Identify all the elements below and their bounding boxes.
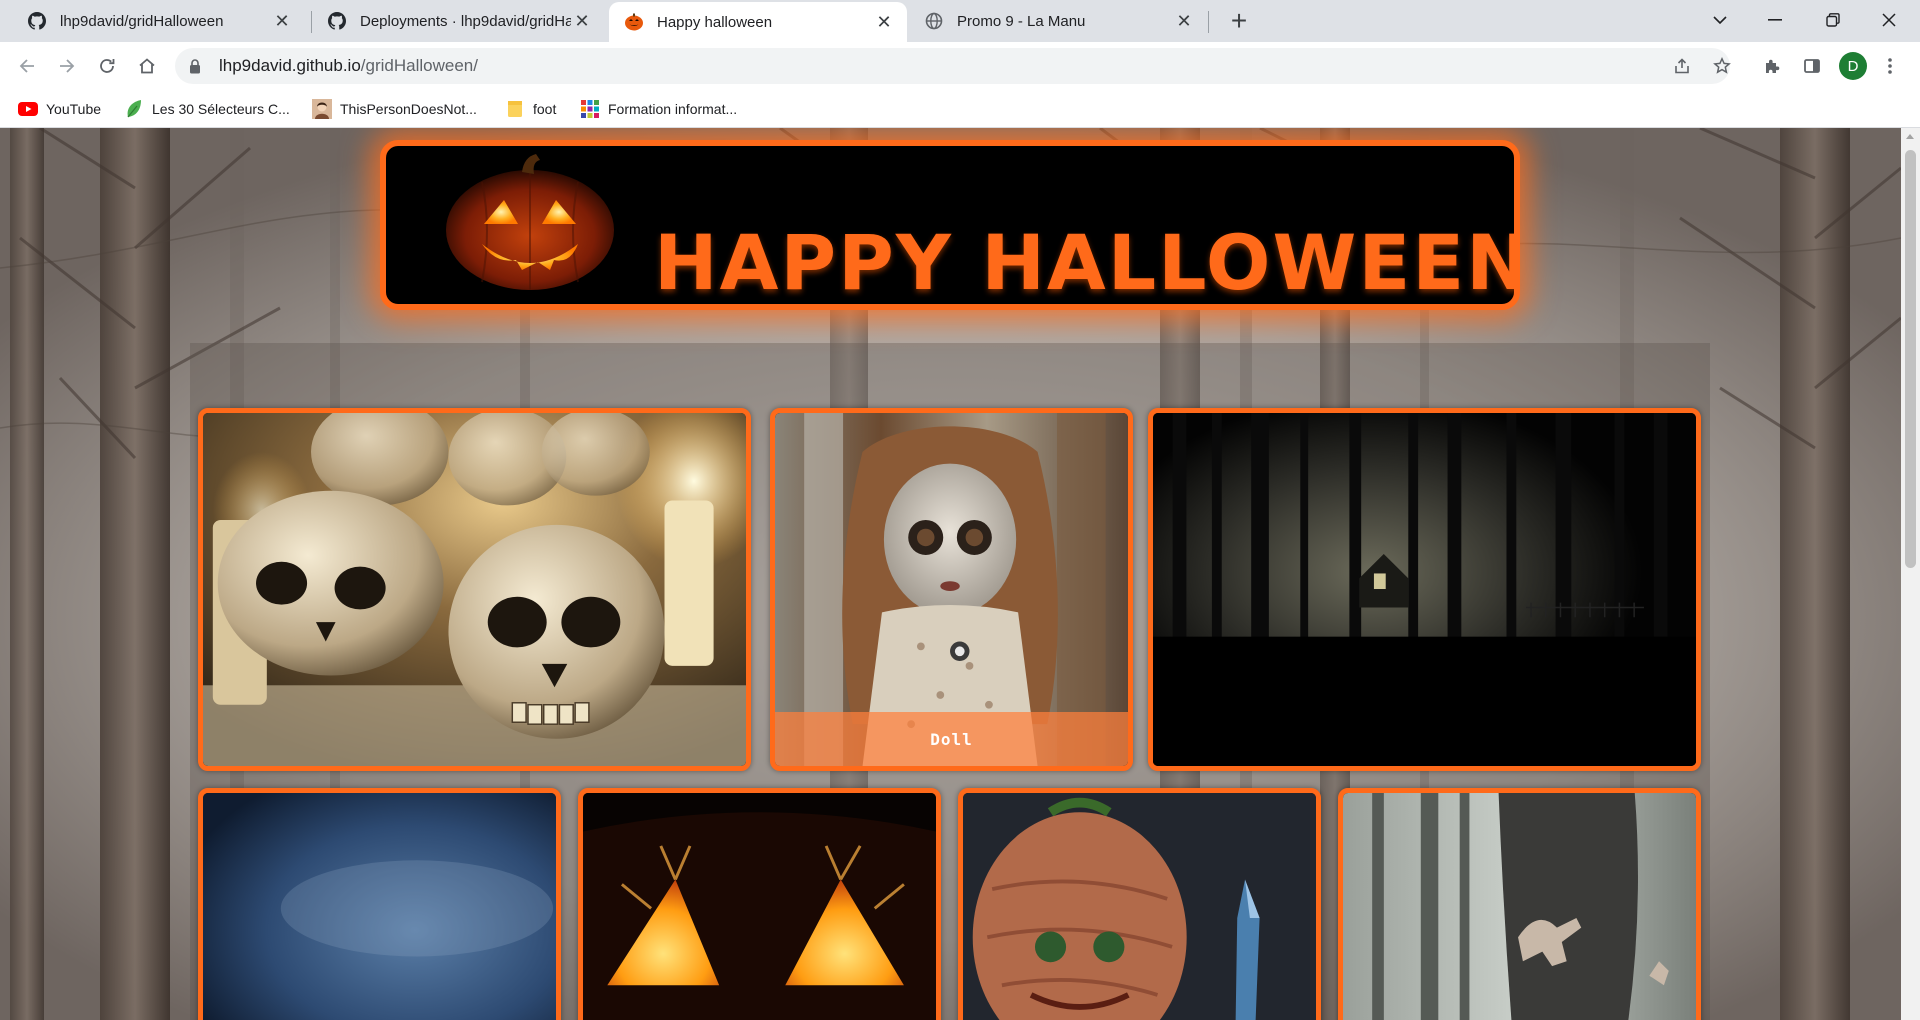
folder-icon xyxy=(505,99,525,119)
share-icon[interactable] xyxy=(1666,50,1698,82)
tab-separator xyxy=(1208,11,1209,33)
blue-fog-image xyxy=(203,793,556,1020)
scroll-up-arrow-icon[interactable] xyxy=(1906,134,1914,139)
close-icon[interactable]: ✕ xyxy=(1173,10,1195,32)
home-icon[interactable] xyxy=(131,50,163,82)
tab-promo[interactable]: Promo 9 - La Manu ✕ xyxy=(909,0,1207,42)
back-arrow-icon[interactable] xyxy=(11,50,43,82)
bookmark-label: YouTube xyxy=(46,101,102,117)
tab-github-repo[interactable]: lhp9david/gridHalloween ✕ xyxy=(12,0,305,42)
pumpkin-icon xyxy=(623,11,645,33)
restore-button[interactable] xyxy=(1810,0,1856,40)
bookmark-foot[interactable]: foot xyxy=(505,98,556,120)
tab-title: Happy halloween xyxy=(657,13,773,31)
pumpkin-mask-knife-image xyxy=(963,793,1316,1020)
bookmark-thispersondoesnotexist[interactable]: ThisPersonDoesNot... xyxy=(312,98,477,120)
dark-forest-house-image xyxy=(1153,413,1696,766)
bookmark-label: ThisPersonDoesNot... xyxy=(340,101,477,117)
close-window-button[interactable] xyxy=(1866,0,1912,40)
tab-search-icon[interactable] xyxy=(1697,0,1743,40)
card-zombie-hands[interactable] xyxy=(1338,788,1701,1020)
side-panel-icon[interactable] xyxy=(1796,50,1828,82)
bookmark-css-selectors[interactable]: Les 30 Sélecteurs C... xyxy=(124,98,290,120)
bookmark-formation[interactable]: Formation informat... xyxy=(580,98,737,120)
close-icon[interactable]: ✕ xyxy=(271,10,293,32)
tab-deployments[interactable]: Deployments · lhp9david/gridHalloween ✕ xyxy=(312,0,605,42)
minimize-button[interactable] xyxy=(1752,0,1798,40)
grid-app-icon xyxy=(580,99,600,119)
close-icon[interactable]: ✕ xyxy=(873,11,895,33)
page-title: HAPPY HALLOWEEN xyxy=(654,218,1520,307)
halloween-banner: HAPPY HALLOWEEN xyxy=(380,140,1520,310)
skulls-candles-image xyxy=(203,413,746,766)
card-blue-fog[interactable] xyxy=(198,788,561,1020)
github-icon xyxy=(26,10,48,32)
bookmark-label: Les 30 Sélecteurs C... xyxy=(152,101,290,117)
bookmark-label: Formation informat... xyxy=(608,101,738,117)
scrollbar-thumb[interactable] xyxy=(1905,150,1916,568)
leaf-icon xyxy=(124,99,144,119)
close-icon[interactable]: ✕ xyxy=(571,10,593,32)
url-host: lhp9david.github.io xyxy=(219,56,361,75)
bookmark-star-icon[interactable] xyxy=(1706,50,1738,82)
tab-title: Promo 9 - La Manu xyxy=(957,12,1086,30)
extensions-puzzle-icon[interactable] xyxy=(1756,50,1788,82)
tab-title: lhp9david/gridHalloween xyxy=(60,12,224,30)
card-doll[interactable]: Doll xyxy=(770,408,1133,771)
youtube-icon xyxy=(18,99,38,119)
card-dark-forest[interactable] xyxy=(1148,408,1701,771)
browser-toolbar: lhp9david.github.io/gridHalloween/ D xyxy=(0,42,1920,90)
bookmark-youtube[interactable]: YouTube xyxy=(18,98,101,120)
jack-o-lantern-image xyxy=(446,154,614,290)
url-path: /gridHalloween/ xyxy=(360,56,478,75)
bookmarks-bar: YouTube Les 30 Sélecteurs C... ThisPerso… xyxy=(0,90,1920,128)
menu-kebab-icon[interactable] xyxy=(1874,50,1906,82)
page-viewport: HAPPY HALLOWEEN Doll xyxy=(0,128,1901,1020)
globe-icon xyxy=(923,10,945,32)
card-jack-o-lantern[interactable] xyxy=(578,788,941,1020)
reload-icon[interactable] xyxy=(91,50,123,82)
forward-arrow-icon[interactable] xyxy=(51,50,83,82)
address-bar[interactable]: lhp9david.github.io/gridHalloween/ xyxy=(175,48,1730,84)
card-caption: Doll xyxy=(775,712,1128,766)
tab-happy-halloween[interactable]: Happy halloween ✕ xyxy=(609,2,907,42)
jack-o-lantern-eyes-image xyxy=(583,793,936,1020)
card-skulls[interactable] xyxy=(198,408,751,771)
card-pumpkin-mask[interactable] xyxy=(958,788,1321,1020)
new-tab-button[interactable]: + xyxy=(1222,4,1256,38)
page-scrollbar[interactable] xyxy=(1901,128,1920,1020)
lock-icon[interactable] xyxy=(189,58,209,74)
github-icon xyxy=(326,10,348,32)
profile-avatar[interactable]: D xyxy=(1839,52,1867,80)
zombie-hands-tree-image xyxy=(1343,793,1696,1020)
tab-strip: lhp9david/gridHalloween ✕ Deployments · … xyxy=(0,0,1920,42)
bookmark-label: foot xyxy=(533,101,557,117)
person-photo-icon xyxy=(312,99,332,119)
tab-title: Deployments · lhp9david/gridHalloween xyxy=(360,12,571,30)
